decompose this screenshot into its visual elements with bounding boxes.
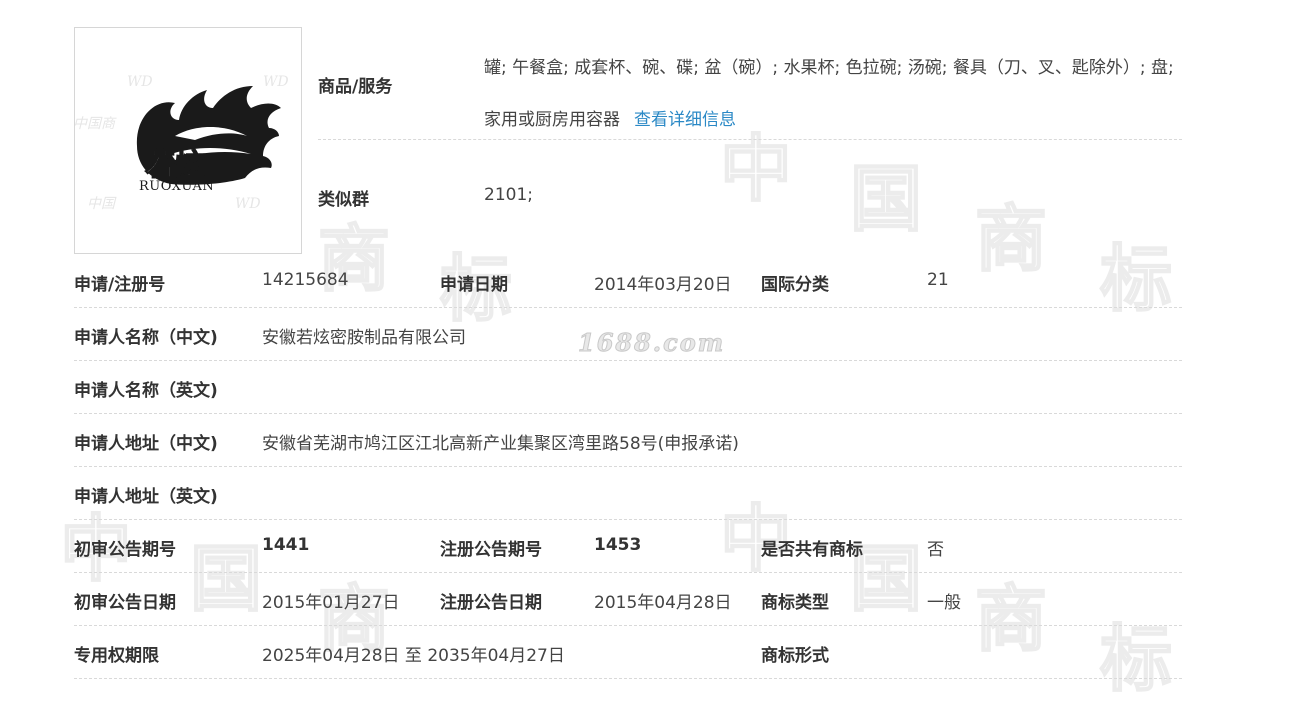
- intl-class-value: 21: [927, 270, 949, 290]
- goods-section: 商品/服务 罐; 午餐盒; 成套杯、碗、碟; 盆（碗）; 水果杯; 色拉碗; 汤…: [318, 28, 1182, 210]
- goods-label: 商品/服务: [318, 77, 393, 97]
- goods-row: 商品/服务 罐; 午餐盒; 成套杯、碗、碟; 盆（碗）; 水果杯; 色拉碗; 汤…: [318, 28, 1182, 140]
- applicant-name-cn-value: 安徽若炫密胺制品有限公司: [262, 328, 466, 348]
- exclusive-right-period-label: 专用权期限: [74, 646, 159, 666]
- reg-pub-date-label: 注册公告日期: [440, 593, 542, 613]
- table-row: 初审公告日期 2015年01月27日 注册公告日期 2015年04月28日 商标…: [74, 573, 1182, 626]
- application-number-label: 申请/注册号: [74, 275, 166, 295]
- shared-trademark-value: 否: [927, 540, 944, 560]
- svg-text:WD: WD: [235, 196, 261, 212]
- application-date-value: 2014年03月20日: [594, 275, 732, 295]
- trademark-form-label: 商标形式: [761, 646, 829, 666]
- table-row: 申请/注册号 14215684 申请日期 2014年03月20日 国际分类 21: [74, 255, 1182, 308]
- trademark-type-value: 一般: [927, 593, 961, 613]
- application-date-label: 申请日期: [440, 275, 508, 295]
- svg-text:WD: WD: [127, 74, 153, 90]
- prelim-pub-issue-label: 初审公告期号: [74, 540, 176, 560]
- similar-group-label: 类似群: [318, 190, 369, 210]
- view-details-link[interactable]: 查看详细信息: [634, 110, 736, 130]
- prelim-pub-date-value: 2015年01月27日: [262, 593, 400, 613]
- trademark-detail-table: 申请/注册号 14215684 申请日期 2014年03月20日 国际分类 21…: [74, 255, 1182, 679]
- shared-trademark-label: 是否共有商标: [761, 540, 863, 560]
- prelim-pub-issue-value: 1441: [262, 535, 310, 555]
- reg-pub-issue-value: 1453: [594, 535, 642, 555]
- table-row: 初审公告期号 1441 注册公告期号 1453 是否共有商标 否: [74, 520, 1182, 573]
- logo-text-cn: 若炫: [145, 148, 205, 183]
- logo-text-en: RUOXUAN: [139, 179, 214, 194]
- trademark-logo: WD WD 中国商中国 WD 若炫 RUOXUAN: [74, 27, 302, 254]
- table-row: 申请人地址（英文): [74, 467, 1182, 520]
- prelim-pub-date-label: 初审公告日期: [74, 593, 176, 613]
- svg-text:中国: 中国: [87, 196, 117, 212]
- applicant-address-en-label: 申请人地址（英文): [74, 487, 218, 507]
- table-row: 专用权期限 2025年04月28日 至 2035年04月27日 商标形式: [74, 626, 1182, 679]
- table-row: 申请人地址（中文) 安徽省芜湖市鸠江区江北高新产业集聚区湾里路58号(申报承诺): [74, 414, 1182, 467]
- reg-pub-date-value: 2015年04月28日: [594, 593, 732, 613]
- similar-group-value: 2101;: [484, 185, 533, 205]
- goods-value: 罐; 午餐盒; 成套杯、碗、碟; 盆（碗）; 水果杯; 色拉碗; 汤碗; 餐具（…: [484, 42, 1174, 146]
- trademark-type-label: 商标类型: [761, 593, 829, 613]
- svg-text:中国商: 中国商: [75, 116, 117, 132]
- table-row: 申请人名称（英文): [74, 361, 1182, 414]
- reg-pub-issue-label: 注册公告期号: [440, 540, 542, 560]
- exclusive-right-period-value: 2025年04月28日 至 2035年04月27日: [262, 646, 565, 666]
- svg-text:WD: WD: [263, 74, 289, 90]
- applicant-address-cn-value: 安徽省芜湖市鸠江区江北高新产业集聚区湾里路58号(申报承诺): [262, 434, 739, 454]
- application-number-value: 14215684: [262, 270, 349, 290]
- watermark-char: 国: [849, 156, 923, 242]
- applicant-name-en-label: 申请人名称（英文): [74, 381, 218, 401]
- applicant-address-cn-label: 申请人地址（中文): [74, 434, 218, 454]
- intl-class-label: 国际分类: [761, 275, 829, 295]
- goods-text: 罐; 午餐盒; 成套杯、碗、碟; 盆（碗）; 水果杯; 色拉碗; 汤碗; 餐具（…: [484, 58, 1174, 130]
- applicant-name-cn-label: 申请人名称（中文): [74, 328, 218, 348]
- table-row: 申请人名称（中文) 安徽若炫密胺制品有限公司: [74, 308, 1182, 361]
